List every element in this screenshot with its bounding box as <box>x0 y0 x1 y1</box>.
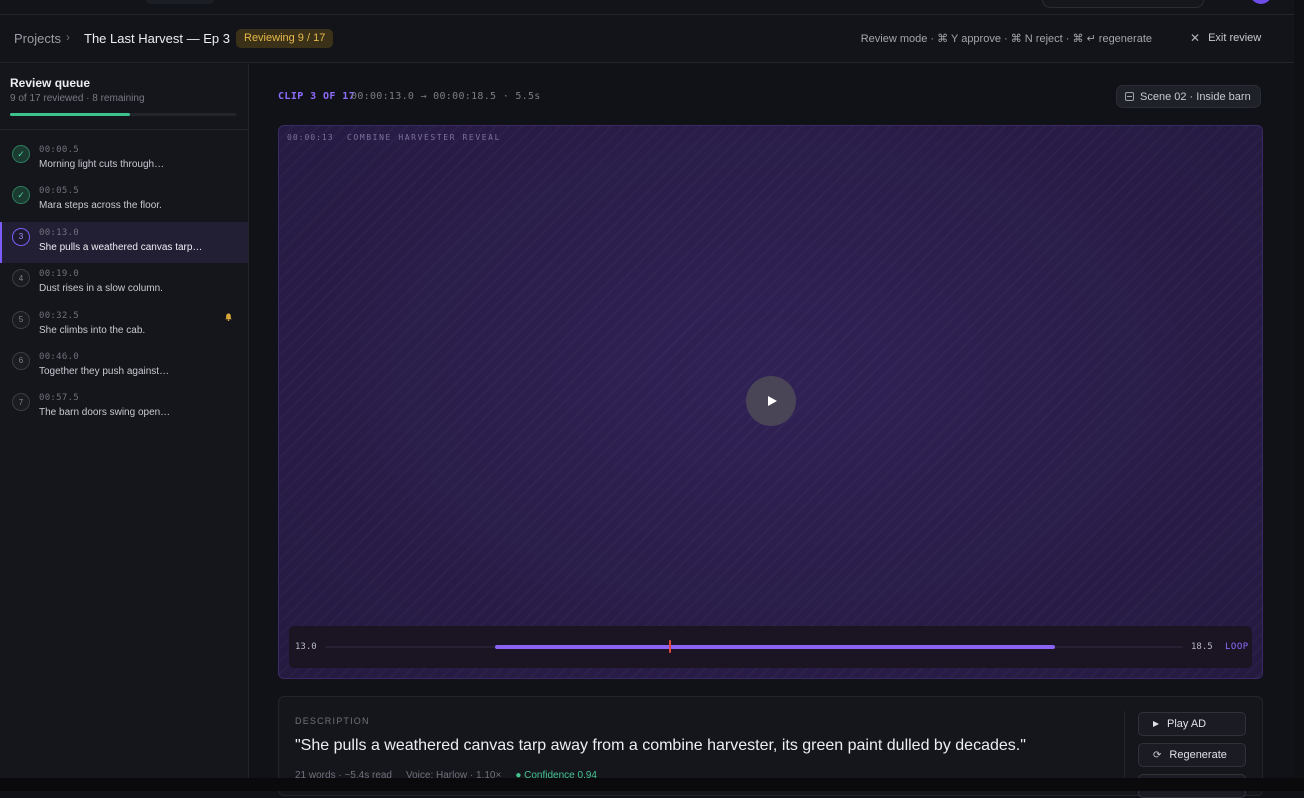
close-icon: ✕ <box>1190 31 1201 45</box>
play-button[interactable] <box>746 376 796 426</box>
review-header: Projects › The Last Harvest — Ep 3 Revie… <box>0 15 1294 63</box>
overlay-timecode: 00:00:13 <box>287 133 334 142</box>
queue-summary: 9 of 17 reviewed · 8 remaining <box>10 93 145 104</box>
scrub-start-time: 13.0 <box>295 642 317 652</box>
bell-icon <box>225 313 232 321</box>
clip-number-badge: 3 <box>12 227 30 246</box>
play-ad-label: Play AD <box>1167 718 1207 730</box>
queue-item-time: 00:19.0 <box>39 269 80 280</box>
scrub-end-time: 18.5 <box>1191 642 1213 652</box>
window-edge <box>1294 0 1304 778</box>
clip-number-badge: 6 <box>12 351 30 370</box>
check-icon: ✓ <box>12 145 30 163</box>
check-icon: ✓ <box>12 186 30 205</box>
queue-item[interactable]: ✓ 00:00.5 Morning light cuts through… <box>0 139 248 180</box>
clip-review-area: CLIP 3 OF 17 00:00:13.0 → 00:00:18.5 · 5… <box>249 64 1294 798</box>
play-icon <box>1153 721 1159 727</box>
queue-item[interactable]: 5 00:32.5 She climbs into the cab. <box>0 305 248 346</box>
queue-item-text: Morning light cuts through… <box>39 159 165 170</box>
queue-item[interactable]: ✓ 00:05.5 Mara steps across the floor. <box>0 180 248 221</box>
chevron-right-icon: › <box>66 30 70 44</box>
queue-list: ✓ 00:00.5 Morning light cuts through… ✓ 00:0… <box>0 139 248 429</box>
refresh-icon: ⟳ <box>1153 749 1162 761</box>
regenerate-button[interactable]: ⟳ Regenerate <box>1138 743 1246 767</box>
queue-title: Review queue <box>10 76 91 90</box>
regenerate-label: Regenerate <box>1169 749 1227 761</box>
clip-number-badge: 4 <box>12 269 30 288</box>
queue-item-text: Together they push against… <box>39 365 170 377</box>
exit-review-button[interactable]: ✕ Exit review <box>1190 31 1261 45</box>
exit-review-label: Exit review <box>1208 32 1262 44</box>
queue-item-text: Mara steps across the floor. <box>39 200 162 212</box>
review-queue-panel: Review queue 9 of 17 reviewed · 8 remain… <box>0 64 249 778</box>
queue-item-time: 00:05.5 <box>39 186 80 197</box>
breadcrumb-projects[interactable]: Projects <box>14 31 61 46</box>
queue-item-text: She climbs into the cab. <box>39 324 146 336</box>
divider <box>0 129 248 130</box>
queue-item-text: Dust rises in a slow column. <box>39 283 163 295</box>
clip-number-badge: 7 <box>12 393 30 412</box>
clip-number-badge: 5 <box>12 310 30 329</box>
playhead[interactable] <box>668 640 671 653</box>
queue-item-time: 00:13.0 <box>39 227 80 238</box>
app-bar <box>0 0 1294 15</box>
queue-item-time: 00:32.5 <box>39 310 80 321</box>
loop-toggle[interactable]: LOOP <box>1225 642 1249 652</box>
queue-progress-fill <box>10 113 130 116</box>
queue-progress-bar <box>10 113 236 116</box>
clip-scrubber[interactable]: 13.0 18.5 LOOP <box>289 626 1252 668</box>
clip-time-range: 00:00:13.0 → 00:00:18.5 · 5.5s <box>351 91 541 102</box>
queue-item-time: 00:57.5 <box>39 393 80 404</box>
overlay-scene-title: COMBINE HARVESTER REVEAL <box>347 133 501 142</box>
queue-item-text: She pulls a weathered canvas tarp… <box>39 241 203 253</box>
search-input[interactable] <box>1042 0 1204 8</box>
clip-counter: CLIP 3 OF 17 <box>278 91 356 102</box>
scene-label: Scene 02 · Inside barn <box>1140 90 1251 103</box>
app-nav-tab[interactable] <box>146 0 214 4</box>
queue-item-time: 00:00.5 <box>39 145 80 155</box>
scene-chip[interactable]: Scene 02 · Inside barn <box>1116 85 1261 108</box>
shortcut-hints: Review mode · ⌘ Y approve · ⌘ N reject ·… <box>860 33 1152 45</box>
project-title: The Last Harvest — Ep 3 <box>84 31 230 46</box>
description-label: DESCRIPTION <box>295 716 370 726</box>
avatar[interactable] <box>1250 0 1272 4</box>
description-text[interactable]: "She pulls a weathered canvas tarp away … <box>295 737 1026 755</box>
queue-item-text: The barn doors swing open… <box>39 407 171 419</box>
queue-item[interactable]: 7 00:57.5 The barn doors swing open… <box>0 387 248 428</box>
play-ad-button[interactable]: Play AD <box>1138 712 1246 736</box>
queue-item[interactable]: 4 00:19.0 Dust rises in a slow column. <box>0 263 248 304</box>
window-edge <box>0 778 1304 791</box>
video-player[interactable]: 00:00:13 COMBINE HARVESTER REVEAL 13.0 1… <box>278 125 1263 679</box>
play-icon <box>768 396 777 406</box>
review-progress-badge: Reviewing 9 / 17 <box>236 29 334 48</box>
film-icon <box>1125 92 1134 101</box>
clip-range[interactable] <box>495 645 1055 649</box>
queue-item[interactable]: 6 00:46.0 Together they push against… <box>0 346 248 387</box>
queue-item-time: 00:46.0 <box>39 351 80 362</box>
queue-item[interactable]: 3 00:13.0 She pulls a weathered canvas tar… <box>0 221 248 264</box>
